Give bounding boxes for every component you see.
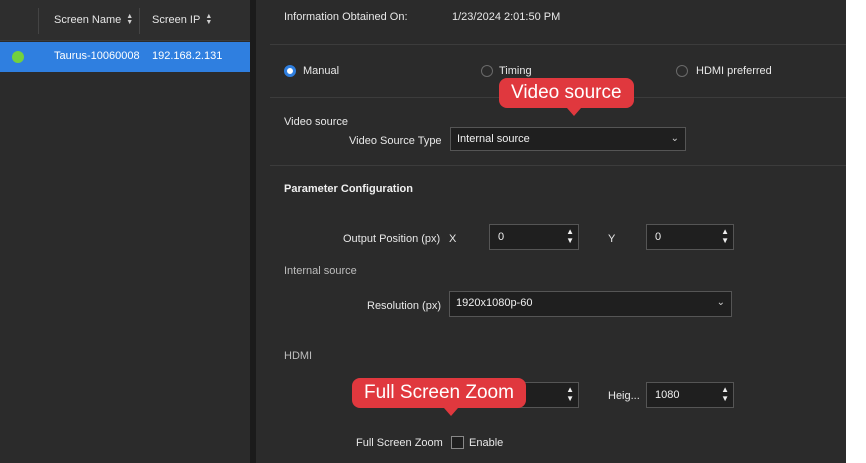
full-screen-zoom-label: Full Screen Zoom [356, 437, 443, 449]
output-position-label: Output Position (px) [343, 233, 441, 245]
x-label: X [449, 233, 457, 245]
resolution-label: Resolution (px) [367, 300, 441, 312]
full-screen-zoom-callout: Full Screen Zoom [352, 378, 526, 416]
parameter-configuration-title: Parameter Configuration [284, 183, 413, 195]
callout-text: Video source [511, 82, 622, 103]
screen-list-header: Screen Name ▲ ▼ Screen IP ▲ ▼ [0, 0, 250, 41]
hdmi-section-label: HDMI [284, 350, 313, 362]
table-row[interactable]: Taurus-10060008 192.168.2.131 [0, 42, 250, 72]
radio-unselected-icon[interactable] [481, 65, 493, 77]
chevron-down-icon: ⌄ [670, 133, 679, 144]
divider [270, 44, 846, 45]
screen-ip-cell: 192.168.2.131 [152, 50, 223, 62]
callout-pointer [567, 108, 581, 116]
stepper-arrows-icon[interactable]: ▲ ▼ [566, 227, 574, 245]
column-label: Screen Name [54, 14, 122, 26]
screen-name-cell: Taurus-10060008 [54, 50, 140, 62]
column-label: Screen IP [152, 14, 201, 26]
column-header-screen-ip[interactable]: Screen IP ▲ ▼ [152, 13, 212, 26]
info-obtained-value: 1/23/2024 2:01:50 PM [452, 11, 561, 23]
video-source-type-label: Video Source Type [349, 135, 442, 147]
select-value: Internal source [457, 133, 530, 145]
height-label: Heig... [608, 390, 640, 402]
sort-icon[interactable]: ▲ ▼ [205, 13, 212, 26]
full-screen-zoom-checkbox[interactable] [451, 436, 464, 449]
chevron-down-icon: ⌄ [716, 297, 725, 308]
configuration-panel: Information Obtained On: 1/23/2024 2:01:… [256, 0, 846, 463]
callout-pointer [444, 408, 458, 416]
column-header-screen-name[interactable]: Screen Name ▲ ▼ [54, 13, 133, 26]
column-divider [139, 8, 140, 34]
radio-selected-icon[interactable] [284, 65, 296, 77]
video-source-callout: Video source [499, 78, 634, 116]
x-position-input[interactable]: 0 ▲ ▼ [489, 224, 579, 250]
stepper-arrows-icon[interactable]: ▲ ▼ [721, 227, 729, 245]
y-label: Y [608, 233, 616, 245]
internal-source-section-label: Internal source [284, 265, 357, 277]
stepper-arrows-icon[interactable]: ▲ ▼ [721, 385, 729, 403]
enable-label: Enable [469, 437, 504, 449]
column-divider [38, 8, 39, 34]
spin-value: 0 [498, 231, 505, 243]
callout-text: Full Screen Zoom [364, 382, 514, 403]
video-source-section-label: Video source [284, 116, 349, 128]
spin-value: 1080 [655, 389, 680, 401]
video-source-type-select[interactable]: Internal source ⌄ [450, 127, 686, 151]
online-status-icon [12, 51, 24, 63]
height-input[interactable]: 1080 ▲ ▼ [646, 382, 734, 408]
resolution-select[interactable]: 1920x1080p-60 ⌄ [449, 291, 732, 317]
screen-list-panel: Screen Name ▲ ▼ Screen IP ▲ ▼ Taurus-1006000… [0, 0, 250, 463]
window-edge [846, 0, 866, 463]
radio-label: Manual [303, 65, 340, 77]
stepper-arrows-icon[interactable]: ▲ ▼ [566, 385, 574, 403]
radio-label: HDMI preferred [696, 65, 772, 77]
divider [270, 165, 846, 166]
select-value: 1920x1080p-60 [456, 297, 533, 309]
spin-value: 0 [655, 231, 662, 243]
radio-unselected-icon[interactable] [676, 65, 688, 77]
y-position-input[interactable]: 0 ▲ ▼ [646, 224, 734, 250]
info-obtained-label: Information Obtained On: [284, 11, 408, 23]
radio-label: Timing [499, 65, 532, 77]
sort-icon[interactable]: ▲ ▼ [126, 13, 133, 26]
